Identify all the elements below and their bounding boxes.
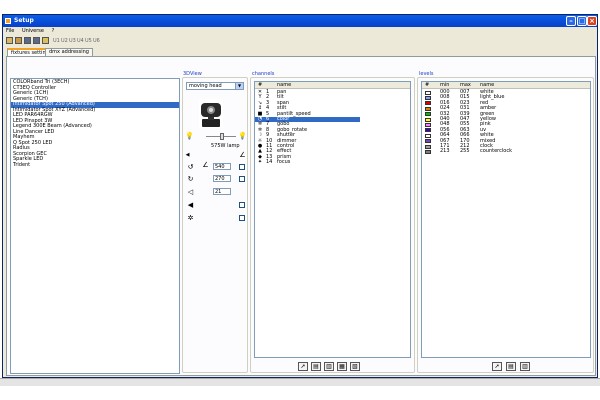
level-copy-icon[interactable]: ▤ — [506, 362, 516, 371]
level-header-min: min — [440, 82, 450, 88]
tilt-input[interactable]: 270 — [213, 175, 231, 182]
level-header-max: max — [460, 82, 471, 88]
level-max: 255 — [460, 148, 470, 155]
lamp-bulb-icon: 💡 — [185, 132, 194, 140]
window-title: Setup — [14, 17, 34, 24]
level-header-num: # — [425, 82, 430, 88]
level-row[interactable]: 213 255 counterclock — [422, 148, 590, 155]
universe-6-button[interactable]: U6 — [93, 38, 100, 45]
setup-window: Setup – □ × File Universe ? U1 U2 U3 U4 … — [2, 14, 598, 378]
new-icon[interactable] — [6, 37, 13, 44]
channel-list[interactable]: # name ✕ 1 pan Y 2 tilt ↘ 3 span ↕ 4 stilt ■ 5 pantilt… — [254, 81, 411, 358]
chevron-down-icon: ▼ — [235, 83, 243, 89]
channel-paste-icon[interactable]: ▦ — [337, 362, 347, 371]
lamp-slider-thumb[interactable] — [220, 133, 224, 140]
channel-open-icon[interactable]: ▤ — [311, 362, 321, 371]
lamp-label: 575W lamp — [211, 143, 240, 149]
channels-group: # name ✕ 1 pan Y 2 tilt ↘ 3 span ↕ 4 stilt ■ 5 pantilt… — [250, 77, 415, 373]
export-icon[interactable] — [42, 37, 49, 44]
channel-delete-icon[interactable]: ▧ — [350, 362, 360, 371]
beam-checkbox[interactable] — [239, 202, 245, 208]
pan-checkbox[interactable] — [239, 164, 245, 170]
save-as-icon[interactable] — [33, 37, 40, 44]
channel-row[interactable]: ✦ 14 focus — [255, 159, 360, 166]
taskbar — [0, 378, 600, 386]
channel-header-name: name — [277, 82, 292, 88]
channel-copy-icon[interactable]: ▥ — [324, 362, 334, 371]
angle-icon: ∠ — [239, 151, 246, 159]
level-name: counterclock — [480, 148, 512, 155]
fixture-type-select[interactable]: moving head ▼ — [186, 82, 244, 90]
level-color-swatch — [425, 133, 431, 138]
universe-4-button[interactable]: U4 — [77, 38, 84, 45]
level-color-swatch — [425, 117, 431, 122]
channel-header: # name — [255, 82, 410, 89]
channel-header-num: # — [258, 82, 263, 88]
level-color-swatch — [425, 150, 431, 155]
zoom-input[interactable]: 21 — [213, 188, 231, 195]
view3d-group: moving head ▼ 💡 💡 575W lamp ◀ ∠ ↺ ∠ 540 … — [182, 77, 248, 373]
level-color-swatch — [425, 90, 431, 95]
left-arrow-icon[interactable]: ◀ — [183, 151, 192, 159]
level-header-name: name — [480, 82, 495, 88]
universe-1-button[interactable]: U1 — [53, 38, 60, 45]
level-delete-icon[interactable]: ▥ — [520, 362, 530, 371]
universe-5-button[interactable]: U5 — [85, 38, 92, 45]
app-icon — [5, 18, 11, 24]
level-color-swatch — [425, 123, 431, 128]
fixture-list[interactable]: COLORband Tri (3ECH) CT3EQ Controller Gene… — [10, 78, 180, 374]
tab-content: COLORband Tri (3ECH) CT3EQ Controller Gene… — [6, 56, 596, 376]
lamp-off-icon: 💡 — [238, 132, 247, 140]
moving-head-image — [199, 99, 223, 128]
maximize-button[interactable]: □ — [577, 16, 587, 26]
level-header: # min max name — [422, 82, 590, 89]
angle-icon: ∠ — [202, 161, 209, 169]
fixture-type-value: moving head — [189, 83, 222, 89]
menu-help[interactable]: ? — [52, 28, 55, 34]
tilt-checkbox[interactable] — [239, 176, 245, 182]
channel-add-icon[interactable]: ➚ — [298, 362, 308, 371]
level-color-swatch — [425, 112, 431, 117]
levels-group: # min max name 000 007 white 008 015 light_bl… — [417, 77, 594, 373]
channel-type-icon: ✦ — [257, 159, 263, 166]
close-button[interactable]: × — [587, 16, 597, 26]
level-color-swatch — [425, 128, 431, 133]
zoom-icon: ◁ — [187, 188, 194, 196]
pan-input[interactable]: 540 — [213, 163, 231, 170]
menu-bar: File Universe ? — [3, 27, 597, 35]
level-color-swatch — [425, 101, 431, 106]
gobo-icon: ✲ — [187, 214, 194, 222]
level-color-swatch — [425, 144, 431, 149]
level-color-swatch — [425, 139, 431, 144]
open-icon[interactable] — [15, 37, 22, 44]
level-add-icon[interactable]: ➚ — [492, 362, 502, 371]
menu-file[interactable]: File — [6, 28, 14, 34]
universe-3-button[interactable]: U3 — [69, 38, 76, 45]
gobo-checkbox[interactable] — [239, 215, 245, 221]
level-list[interactable]: # min max name 000 007 white 008 015 light_bl… — [421, 81, 591, 358]
level-color-swatch — [425, 96, 431, 101]
level-color-swatch — [425, 106, 431, 111]
channel-number: 14 — [266, 159, 273, 166]
channel-name: focus — [277, 159, 291, 166]
level-min: 213 — [440, 148, 450, 155]
title-bar: Setup – □ × — [3, 15, 597, 27]
tab-dmx-addressing[interactable]: dmx addressing — [45, 48, 93, 56]
menu-universe[interactable]: Universe — [22, 28, 44, 34]
tilt-icon: ↻ — [187, 175, 194, 183]
pan-icon: ↺ — [187, 163, 194, 171]
universe-2-button[interactable]: U2 — [61, 38, 68, 45]
fixture-item[interactable]: Trident — [11, 162, 179, 169]
minimize-button[interactable]: – — [566, 16, 576, 26]
save-icon[interactable] — [24, 37, 31, 44]
beam-icon: ◀ — [187, 201, 194, 209]
toolbar: U1 U2 U3 U4 U5 U6 — [3, 35, 597, 46]
